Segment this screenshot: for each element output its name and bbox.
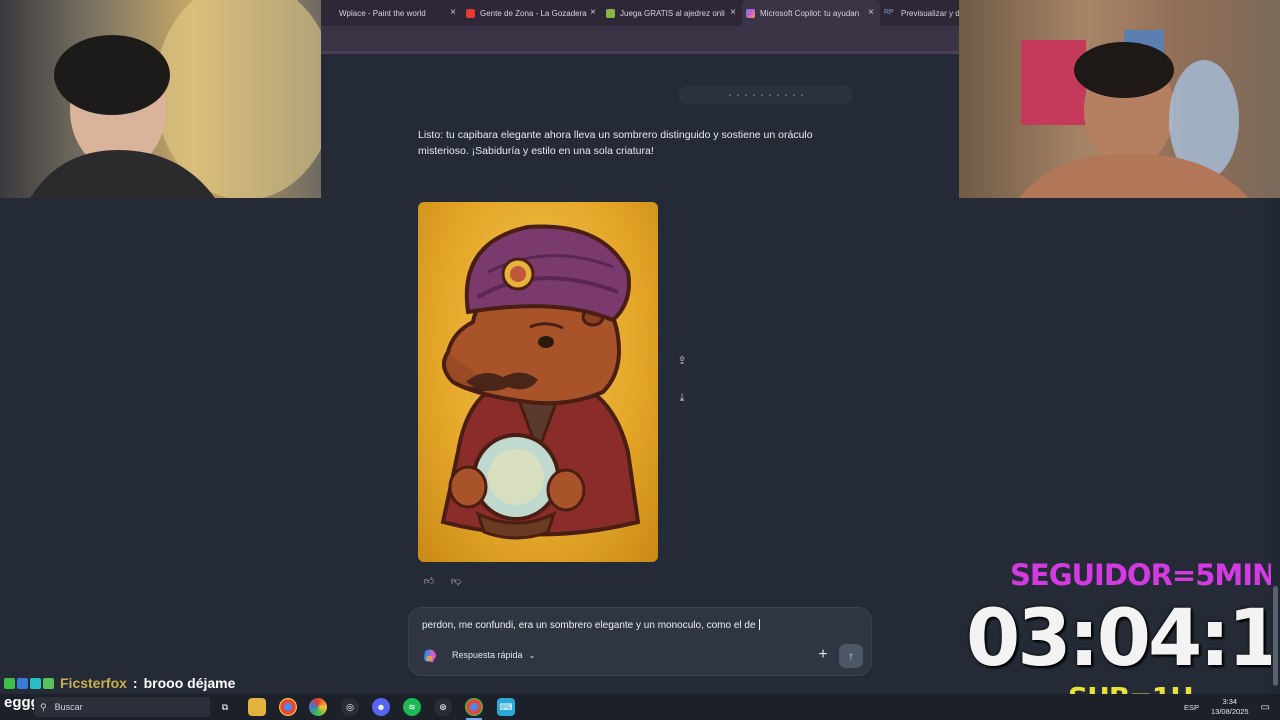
arrow-up-icon: ↑ xyxy=(848,649,854,663)
chat-separator: : xyxy=(132,675,138,691)
thumbs-down-button[interactable]: 👎︎ xyxy=(448,573,464,589)
response-mode-label: Respuesta rápida xyxy=(452,650,523,660)
tab-label: Wplace - Paint the world xyxy=(339,8,426,18)
webcam-left-person xyxy=(30,0,321,198)
gem-badge-icon xyxy=(30,677,41,689)
message-input[interactable]: perdon, me confundi, era un sombrero ele… xyxy=(422,619,760,631)
page-scrollbar[interactable] xyxy=(1271,198,1280,694)
previous-user-message xyxy=(678,86,853,104)
message-input-text: perdon, me confundi, era un sombrero ele… xyxy=(422,620,756,631)
language-indicator[interactable]: ESP xyxy=(1184,703,1199,712)
chat-text: brooo déjame xyxy=(143,675,236,691)
sub-badge-icon xyxy=(43,677,54,689)
spotify-icon[interactable]: ≋ xyxy=(403,698,421,716)
share-icon: ⇪ xyxy=(677,354,687,367)
download-icon: ⤓ xyxy=(679,391,685,404)
close-icon[interactable]: × xyxy=(590,7,596,18)
add-attachment-button[interactable]: + xyxy=(813,645,833,665)
tab-label: Gente de Zona - La Gozadera xyxy=(480,8,587,18)
task-view-icon[interactable]: ⧉ xyxy=(216,698,234,716)
share-image-button[interactable]: ⇪ xyxy=(671,349,693,371)
close-icon[interactable]: × xyxy=(450,7,456,18)
thumbs-up-icon: 👍︎ xyxy=(423,576,435,587)
clock-time: 3:34 xyxy=(1222,697,1238,706)
message-composer[interactable]: perdon, me confundi, era un sombrero ele… xyxy=(408,607,872,676)
webcam-left xyxy=(0,0,321,198)
editor-icon[interactable]: ⌨ xyxy=(497,698,515,716)
browser-toolbar xyxy=(321,26,959,52)
download-image-button[interactable]: ⤓ xyxy=(671,387,693,409)
system-tray: ESP 3:34 13/08/2025 ▭ xyxy=(1184,697,1270,717)
kick-badge-icon xyxy=(4,677,15,689)
tab-chess[interactable]: Juega GRATIS al ajedrez onli × xyxy=(602,0,742,26)
notifications-icon[interactable]: ▭ xyxy=(1261,702,1270,713)
tab-label: Juega GRATIS al ajedrez onli xyxy=(620,8,725,18)
response-mode-selector[interactable]: Respuesta rápida ⌄ xyxy=(452,650,535,660)
chess-pawn-icon xyxy=(606,8,615,18)
chat-username: Ficsterfox xyxy=(60,675,127,691)
screen: Wplace - Paint the world × Gente de Zona… xyxy=(0,0,1280,720)
obs-icon[interactable]: ◎ xyxy=(341,698,359,716)
follower-rule-text: SEGUIDOR=5MIN xyxy=(1010,558,1276,592)
tab-copilot[interactable]: Microsoft Copilot: tu ayudan × xyxy=(742,0,880,26)
capybara-fortune-teller-illustration xyxy=(440,224,641,540)
chrome-active-icon[interactable] xyxy=(465,698,483,716)
thumbs-down-icon: 👎︎ xyxy=(450,576,462,587)
file-explorer-icon[interactable] xyxy=(248,698,266,716)
wplace-favicon-icon xyxy=(325,8,334,18)
stream-chat-message: Ficsterfox : brooo déjame xyxy=(4,675,235,691)
tab-label: Microsoft Copilot: tu ayudan xyxy=(760,8,860,18)
tab-bar: Wplace - Paint the world × Gente de Zona… xyxy=(321,0,959,26)
tab-wplace[interactable]: Wplace - Paint the world × xyxy=(321,0,462,26)
toolbar-divider xyxy=(321,51,959,54)
send-button[interactable]: ↑ xyxy=(839,644,863,668)
mod-badge-icon xyxy=(17,677,28,689)
search-placeholder: Buscar xyxy=(54,702,83,712)
tab-gente-de-zona[interactable]: Gente de Zona - La Gozadera × xyxy=(462,0,602,26)
generated-image[interactable] xyxy=(418,202,658,562)
webcam-right xyxy=(959,0,1280,198)
discord-icon[interactable]: ☻ xyxy=(372,698,390,716)
youtube-icon xyxy=(466,8,475,18)
app-icon[interactable]: ⊛ xyxy=(434,698,452,716)
subathon-timer: 03:04:13 xyxy=(966,594,1280,684)
copilot-logo-icon xyxy=(424,649,436,663)
browser-window: Wplace - Paint the world × Gente de Zona… xyxy=(321,0,959,54)
search-icon: ⚲ xyxy=(40,701,47,712)
close-icon[interactable]: × xyxy=(868,7,874,18)
text-caret xyxy=(758,619,760,630)
taskbar-search[interactable]: ⚲ Buscar xyxy=(34,697,210,717)
plus-icon: + xyxy=(818,646,828,663)
webcam-right-person xyxy=(1019,30,1249,198)
copilot-favicon-icon xyxy=(746,8,755,18)
taskbar-clock[interactable]: 3:34 13/08/2025 xyxy=(1211,697,1249,717)
assistant-reply-text: Listo: tu capibara elegante ahora lleva … xyxy=(418,129,813,157)
tab-label: Previsualizar y descarg xyxy=(901,8,959,18)
chrome-icon[interactable] xyxy=(279,698,297,716)
windows-taskbar: eggg ⚲ Buscar ⧉ ◎ ☻ ≋ ⊛ ⌨ ESP 3:34 13/08… xyxy=(0,694,1280,720)
clock-date: 13/08/2025 xyxy=(1211,707,1249,716)
rp-favicon-icon: RP xyxy=(884,8,894,16)
scrollbar-thumb[interactable] xyxy=(1273,586,1278,686)
colorful-app-icon[interactable] xyxy=(309,698,327,716)
chevron-down-icon: ⌄ xyxy=(528,650,536,660)
thumbs-up-button[interactable]: 👍︎ xyxy=(421,573,437,589)
tab-previsualizar[interactable]: RP Previsualizar y descarg xyxy=(880,0,959,26)
close-icon[interactable]: × xyxy=(730,7,736,18)
